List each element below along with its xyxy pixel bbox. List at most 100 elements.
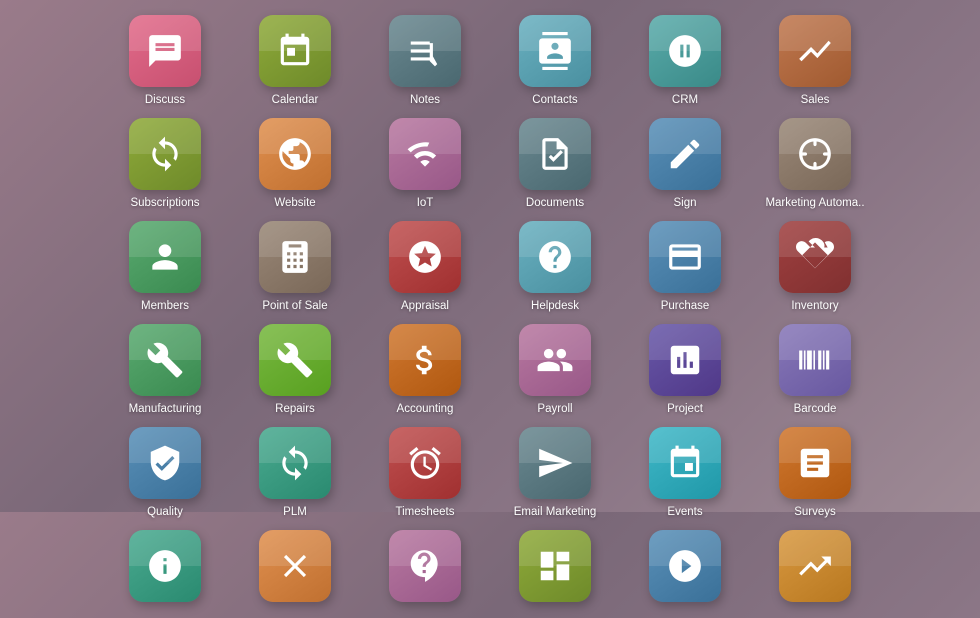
app-icon-app32: [259, 530, 331, 602]
app-icon-members: [129, 221, 201, 293]
app-icon-inventory: [779, 221, 851, 293]
app-label-purchase: Purchase: [661, 299, 710, 314]
app-icon-discuss: [129, 15, 201, 87]
app-label-discuss: Discuss: [145, 93, 185, 108]
app-label-inventory: Inventory: [791, 299, 838, 314]
app-grid: Discuss Calendar Notes Contacts CRM Sales Subs…: [85, 5, 895, 618]
app-icon-app34: [519, 530, 591, 602]
app-label-website: Website: [274, 196, 315, 211]
app-icon-crm: [649, 15, 721, 87]
app-item-app36[interactable]: [755, 530, 875, 608]
app-label-calendar: Calendar: [272, 93, 319, 108]
app-label-quality: Quality: [147, 505, 183, 520]
app-label-project: Project: [667, 402, 703, 417]
app-item-app32[interactable]: [235, 530, 355, 608]
app-label-subscriptions: Subscriptions: [130, 196, 199, 211]
app-label-sign: Sign: [673, 196, 696, 211]
app-icon-sign: [649, 118, 721, 190]
app-icon-notes: [389, 15, 461, 87]
app-icon-appraisal: [389, 221, 461, 293]
app-item-contacts[interactable]: Contacts: [495, 15, 615, 108]
app-item-barcode[interactable]: Barcode: [755, 324, 875, 417]
app-item-manufacturing[interactable]: Manufacturing: [105, 324, 225, 417]
app-icon-app31: [129, 530, 201, 602]
app-label-accounting: Accounting: [397, 402, 454, 417]
app-icon-quality: [129, 427, 201, 499]
app-label-repairs: Repairs: [275, 402, 315, 417]
app-item-app33[interactable]: [365, 530, 485, 608]
app-label-contacts: Contacts: [532, 93, 577, 108]
app-icon-contacts: [519, 15, 591, 87]
app-icon-website: [259, 118, 331, 190]
app-item-calendar[interactable]: Calendar: [235, 15, 355, 108]
app-item-documents[interactable]: Documents: [495, 118, 615, 211]
app-item-quality[interactable]: Quality: [105, 427, 225, 520]
app-label-surveys: Surveys: [794, 505, 836, 520]
app-item-timesheets[interactable]: Timesheets: [365, 427, 485, 520]
app-item-payroll[interactable]: Payroll: [495, 324, 615, 417]
app-icon-barcode: [779, 324, 851, 396]
app-item-app35[interactable]: [625, 530, 745, 608]
app-label-appraisal: Appraisal: [401, 299, 449, 314]
app-item-discuss[interactable]: Discuss: [105, 15, 225, 108]
app-item-purchase[interactable]: Purchase: [625, 221, 745, 314]
app-icon-iot: [389, 118, 461, 190]
app-item-members[interactable]: Members: [105, 221, 225, 314]
app-icon-surveys: [779, 427, 851, 499]
app-label-timesheets: Timesheets: [395, 505, 454, 520]
app-item-surveys[interactable]: Surveys: [755, 427, 875, 520]
app-item-subscriptions[interactable]: Subscriptions: [105, 118, 225, 211]
app-icon-marketing: [779, 118, 851, 190]
app-icon-app36: [779, 530, 851, 602]
app-label-helpdesk: Helpdesk: [531, 299, 579, 314]
app-icon-subscriptions: [129, 118, 201, 190]
app-icon-payroll: [519, 324, 591, 396]
app-label-sales: Sales: [801, 93, 830, 108]
app-label-manufacturing: Manufacturing: [129, 402, 202, 417]
app-icon-repairs: [259, 324, 331, 396]
app-label-pos: Point of Sale: [262, 299, 327, 314]
app-item-plm[interactable]: PLM: [235, 427, 355, 520]
app-icon-pos: [259, 221, 331, 293]
app-item-helpdesk[interactable]: Helpdesk: [495, 221, 615, 314]
app-item-repairs[interactable]: Repairs: [235, 324, 355, 417]
app-label-members: Members: [141, 299, 189, 314]
app-label-notes: Notes: [410, 93, 440, 108]
app-item-app31[interactable]: [105, 530, 225, 608]
app-label-crm: CRM: [672, 93, 698, 108]
app-icon-helpdesk: [519, 221, 591, 293]
app-label-barcode: Barcode: [794, 402, 837, 417]
app-item-sign[interactable]: Sign: [625, 118, 745, 211]
app-item-marketing[interactable]: Marketing Automa..: [755, 118, 875, 211]
app-item-appraisal[interactable]: Appraisal: [365, 221, 485, 314]
app-icon-documents: [519, 118, 591, 190]
app-icon-calendar: [259, 15, 331, 87]
app-icon-app33: [389, 530, 461, 602]
app-item-notes[interactable]: Notes: [365, 15, 485, 108]
app-icon-manufacturing: [129, 324, 201, 396]
app-label-plm: PLM: [283, 505, 307, 520]
app-item-pos[interactable]: Point of Sale: [235, 221, 355, 314]
app-item-project[interactable]: Project: [625, 324, 745, 417]
app-label-iot: IoT: [417, 196, 434, 211]
app-item-iot[interactable]: IoT: [365, 118, 485, 211]
app-icon-purchase: [649, 221, 721, 293]
app-item-website[interactable]: Website: [235, 118, 355, 211]
app-icon-accounting: [389, 324, 461, 396]
app-item-emailmkt[interactable]: Email Marketing: [495, 427, 615, 520]
app-item-events[interactable]: Events: [625, 427, 745, 520]
app-label-events: Events: [667, 505, 702, 520]
app-label-documents: Documents: [526, 196, 584, 211]
app-item-accounting[interactable]: Accounting: [365, 324, 485, 417]
app-icon-emailmkt: [519, 427, 591, 499]
app-icon-project: [649, 324, 721, 396]
app-icon-timesheets: [389, 427, 461, 499]
app-item-sales[interactable]: Sales: [755, 15, 875, 108]
app-item-inventory[interactable]: Inventory: [755, 221, 875, 314]
app-item-app34[interactable]: [495, 530, 615, 608]
app-icon-events: [649, 427, 721, 499]
app-item-crm[interactable]: CRM: [625, 15, 745, 108]
app-label-marketing: Marketing Automa..: [765, 196, 864, 211]
app-label-payroll: Payroll: [537, 402, 572, 417]
app-label-emailmkt: Email Marketing: [514, 505, 596, 520]
